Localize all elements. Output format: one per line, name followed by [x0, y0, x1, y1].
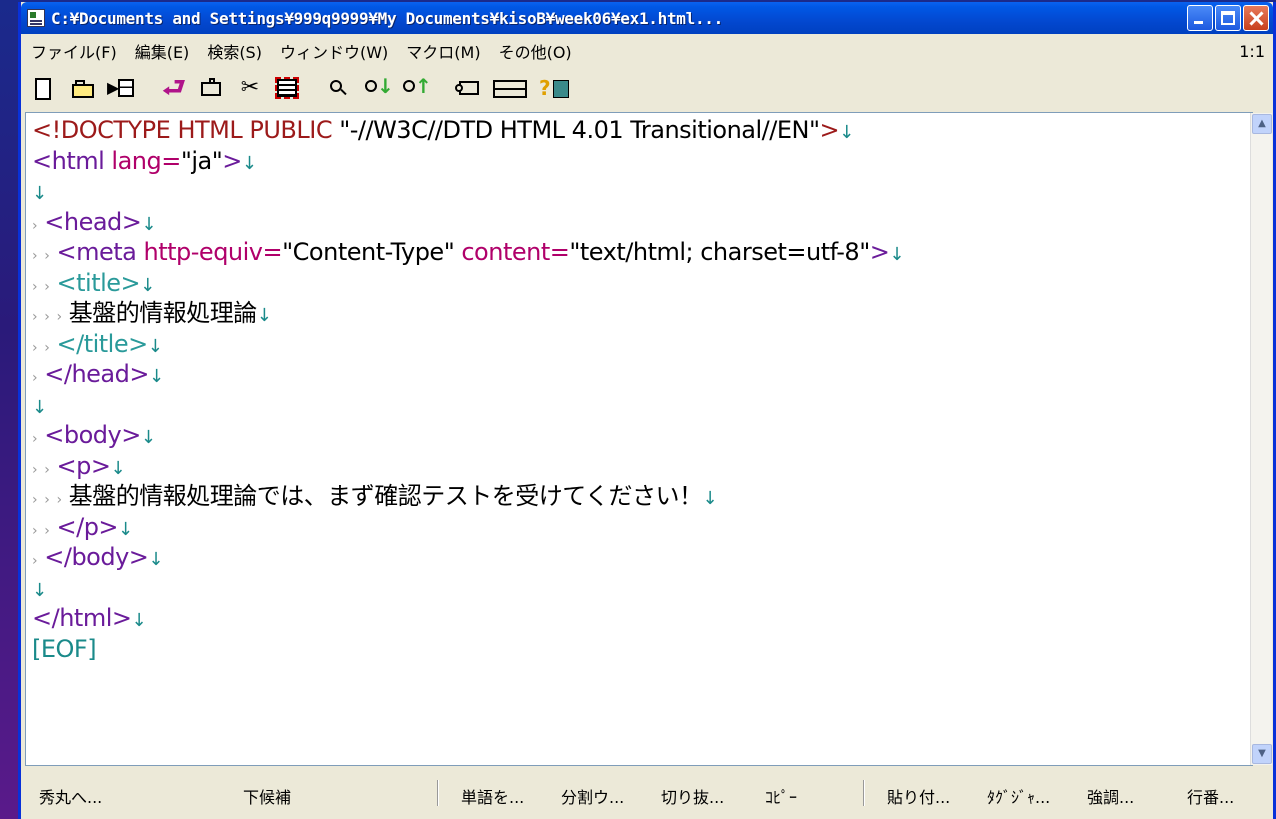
code-line: › › <meta http-equiv="Content-Type" cont… — [32, 238, 904, 266]
minimize-button[interactable] — [1187, 5, 1213, 31]
code-line: › </body>↓ — [32, 543, 164, 571]
cursor-position: 1:1 — [1239, 42, 1265, 61]
menu-search[interactable]: 検索(S) — [207, 39, 262, 63]
scroll-up-icon[interactable]: ▲ — [1252, 114, 1272, 134]
find-prev-icon[interactable] — [403, 74, 432, 102]
code-line: › › › 基盤的情報処理論では、まず確認テストを受けてください！↓ — [32, 482, 718, 510]
code-line: › <body>↓ — [32, 421, 156, 449]
fkey-line-number[interactable]: 行番... — [1187, 784, 1234, 808]
fkey-hidemaru[interactable]: 秀丸へ... — [39, 784, 102, 808]
editor-window: C:¥Documents and Settings¥999q9999¥My Do… — [18, 2, 1276, 819]
function-key-bar: 秀丸へ... 下候補 単語を... 分割ウ... 切り抜... ｺﾋﾟｰ 貼り付… — [21, 768, 1273, 819]
find-icon[interactable] — [327, 76, 353, 102]
divider — [437, 780, 439, 806]
app-icon[interactable] — [27, 9, 45, 27]
fkey-paste[interactable]: 貼り付... — [887, 784, 950, 808]
code-line: ↓ — [32, 396, 47, 418]
code-line: <!DOCTYPE HTML PUBLIC "-//W3C//DTD HTML … — [32, 116, 854, 144]
fkey-highlight[interactable]: 強調... — [1087, 784, 1134, 808]
new-file-icon[interactable] — [35, 78, 51, 100]
code-line: › › <title>↓ — [32, 268, 155, 297]
maximize-button[interactable] — [1215, 5, 1241, 31]
fkey-cut[interactable]: 切り抜... — [661, 784, 724, 808]
help-icon[interactable]: ? — [539, 76, 569, 102]
fkey-tag-jump[interactable]: ﾀｸﾞｼﾞｬ... — [987, 784, 1050, 808]
text-editor[interactable]: <!DOCTYPE HTML PUBLIC "-//W3C//DTD HTML … — [25, 112, 1253, 766]
find-next-icon[interactable] — [365, 74, 394, 102]
code-line: › › </p>↓ — [32, 512, 133, 541]
redo-box-icon[interactable] — [199, 76, 225, 102]
scroll-down-icon[interactable]: ▼ — [1252, 744, 1272, 764]
menu-macro[interactable]: マクロ(M) — [406, 39, 480, 63]
fkey-next-candidate[interactable]: 下候補 — [243, 784, 291, 808]
fkey-word[interactable]: 単語を... — [461, 784, 524, 808]
close-button[interactable] — [1243, 5, 1269, 31]
window-controls — [1187, 5, 1269, 31]
vertical-scrollbar[interactable]: ▲ ▼ — [1250, 113, 1272, 765]
menu-edit[interactable]: 編集(E) — [135, 39, 190, 63]
code-line: </html>↓ — [32, 604, 147, 632]
select-all-icon[interactable] — [275, 76, 301, 102]
tag-jump-icon[interactable] — [455, 76, 481, 102]
code-line: ↓ — [32, 579, 47, 601]
fkey-copy[interactable]: ｺﾋﾟｰ — [765, 784, 797, 808]
code-line: ↓ — [32, 183, 47, 204]
save-icon[interactable] — [107, 76, 135, 102]
code-line: › › </title>↓ — [32, 329, 163, 358]
menu-window[interactable]: ウィンドウ(W) — [280, 39, 388, 63]
menu-other[interactable]: その他(O) — [499, 39, 572, 63]
code-line: <html lang="ja">↓ — [32, 146, 257, 175]
window-title: C:¥Documents and Settings¥999q9999¥My Do… — [51, 8, 723, 28]
cut-icon[interactable]: ✂ — [237, 76, 263, 102]
menu-file[interactable]: ファイル(F) — [31, 39, 117, 63]
code-line: › › <p>↓ — [32, 451, 126, 480]
divider — [863, 780, 865, 806]
toolbar: ⮐ ✂ ? — [21, 68, 1273, 110]
code-line: › › › 基盤的情報処理論↓ — [32, 299, 272, 327]
code-line: › <head>↓ — [32, 207, 156, 236]
undo-icon[interactable]: ⮐ — [161, 75, 187, 102]
code-line: [EOF] — [32, 634, 97, 663]
open-folder-icon[interactable] — [71, 76, 97, 102]
fkey-split-window[interactable]: 分割ウ... — [561, 784, 624, 808]
code-line: › </head>↓ — [32, 360, 164, 388]
menu-bar: ファイル(F) 編集(E) 検索(S) ウィンドウ(W) マクロ(M) その他(… — [21, 34, 1273, 68]
title-bar[interactable]: C:¥Documents and Settings¥999q9999¥My Do… — [21, 2, 1273, 34]
split-window-icon[interactable] — [493, 76, 527, 102]
